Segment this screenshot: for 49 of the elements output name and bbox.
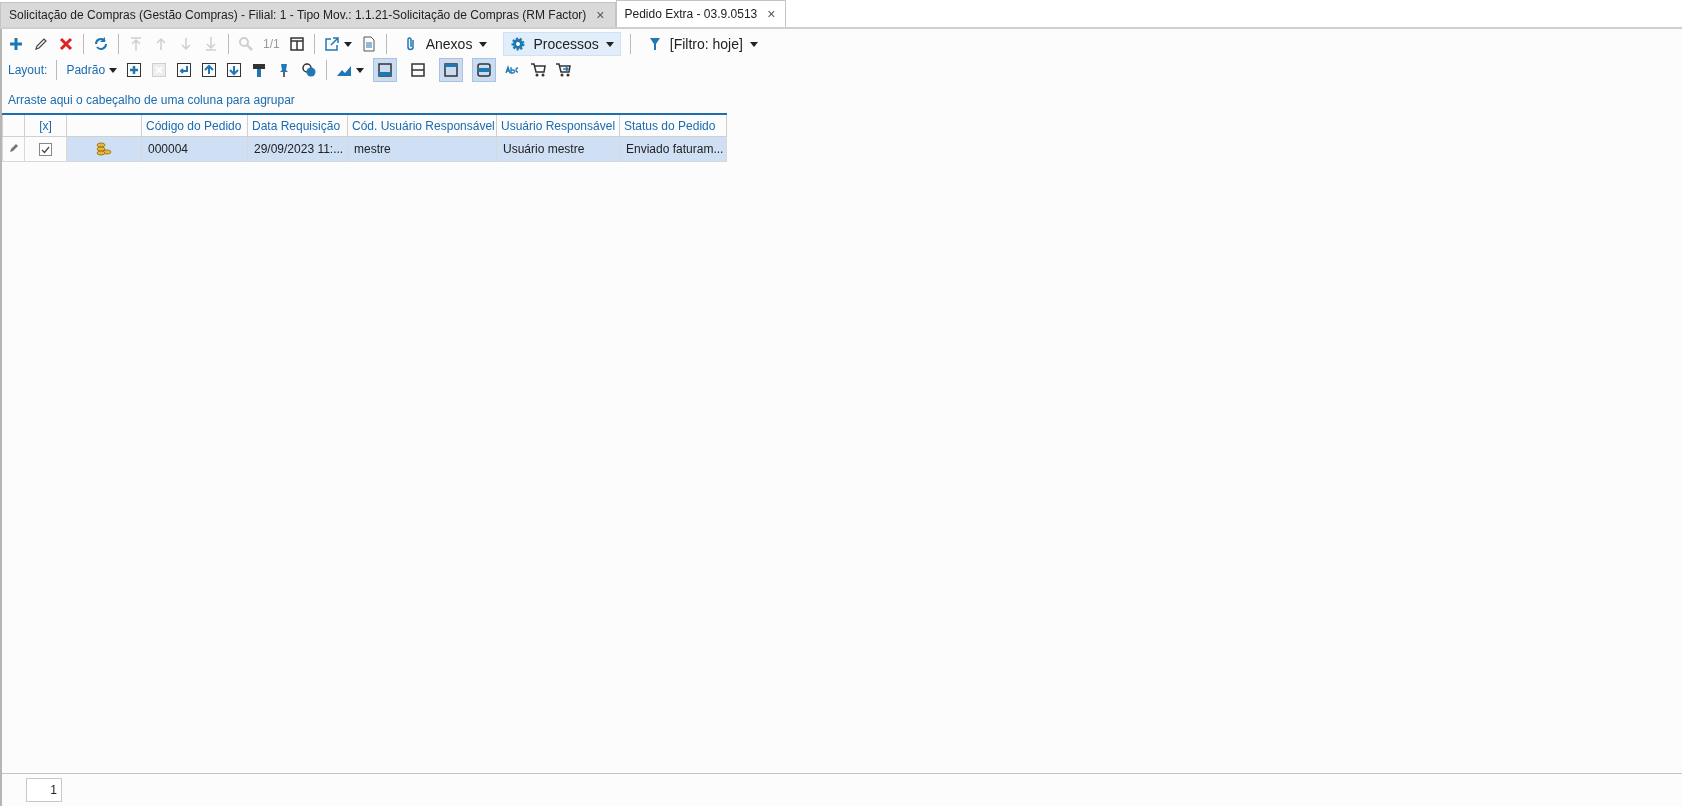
column-header[interactable]: Data Requisição [247, 114, 348, 137]
menu-button[interactable]: Processos [503, 32, 621, 56]
caret-icon[interactable] [605, 41, 614, 47]
table-cell: 000004 [141, 136, 248, 162]
brush-icon[interactable] [251, 62, 268, 78]
table-cell: 29/09/2023 11:... [247, 136, 348, 162]
table-cell: Usuário mestre [496, 136, 620, 162]
group-hint: Arraste aqui o cabeçalho de uma coluna para agrupar [8, 93, 295, 107]
close-icon[interactable]: × [596, 7, 605, 23]
delete-icon[interactable] [58, 36, 74, 52]
caret-icon[interactable] [356, 67, 365, 73]
record-counter: 1/1 [263, 37, 280, 51]
checkbox[interactable] [39, 142, 52, 156]
tab[interactable]: Solicitação de Compras (Gestão Compras) - Filial: 1 - Tipo Mov.: 1.1.21-Solicitação de Compras (RM Factor) × [0, 2, 616, 27]
table-row[interactable]: 000004 29/09/2023 11:... mestre Usuário mestre Enviado faturam... [2, 136, 727, 162]
caret-icon[interactable] [109, 67, 118, 73]
table-cell: Enviado faturam... [619, 136, 727, 162]
column-header[interactable]: Código do Pedido [141, 114, 248, 137]
menu-button[interactable]: Anexos [395, 32, 495, 56]
move-down-box-icon[interactable] [226, 62, 243, 78]
caret-icon[interactable] [479, 41, 488, 47]
export-icon[interactable] [323, 36, 340, 52]
cart-icon[interactable] [530, 62, 547, 78]
column-header[interactable]: Usuário Responsável [496, 114, 620, 137]
add-icon[interactable] [8, 36, 24, 52]
caret-icon[interactable] [749, 41, 758, 47]
column-header[interactable]: Cód. Usuário Responsável [347, 114, 497, 137]
column-header[interactable]: Status do Pedido [619, 114, 727, 137]
add-box-icon[interactable] [126, 62, 143, 78]
table-cell: mestre [347, 136, 497, 162]
coins-icon [95, 139, 113, 156]
circles-icon[interactable] [301, 62, 318, 78]
enter-box-icon[interactable] [176, 62, 193, 78]
caret-icon[interactable] [343, 41, 352, 47]
refresh-icon[interactable] [93, 36, 109, 52]
column-header[interactable]: [x] [24, 114, 67, 137]
move-up-box-icon[interactable] [201, 62, 218, 78]
edit-icon[interactable] [33, 36, 49, 52]
pencil-icon [9, 143, 19, 153]
tab[interactable]: Pedido Extra - 03.9.0513 × [615, 0, 787, 27]
menu-button[interactable]: [Filtro: hoje] [639, 32, 765, 56]
layout-label: Layout: [8, 63, 48, 77]
page-number[interactable]: 1 [26, 778, 62, 802]
gear-icon [510, 36, 527, 52]
layout-dropdown[interactable]: Padrão [66, 63, 118, 77]
document-icon[interactable] [360, 36, 377, 52]
cart-icon[interactable] [555, 62, 572, 78]
close-icon[interactable]: × [767, 6, 776, 22]
columns-icon[interactable] [288, 36, 305, 52]
